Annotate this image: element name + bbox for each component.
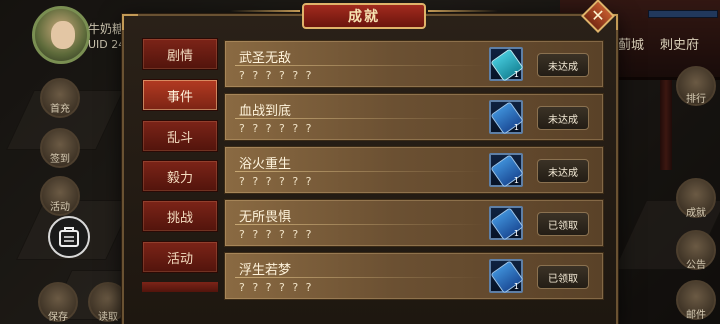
ranking-label: 排行: [686, 94, 706, 105]
tab-activity-label: 活动: [166, 251, 193, 267]
achievement-name: 浴火重生: [239, 157, 292, 172]
tab-challenge-label: 挑战: [166, 210, 193, 226]
reward-item-slot[interactable]: 1: [489, 100, 524, 135]
reward-item-slot[interactable]: 1: [489, 47, 524, 82]
reward-quantity: 1: [513, 229, 519, 238]
tab-perseverance[interactable]: 毅力: [142, 160, 218, 192]
tab-brawl[interactable]: 乱斗: [142, 120, 218, 152]
tab-list-overflow: [142, 282, 218, 292]
tab-brawl-label: 乱斗: [166, 130, 193, 146]
tab-events[interactable]: 事件: [142, 79, 218, 111]
achievement-description: ? ? ? ? ? ?: [239, 69, 314, 82]
location-label-office: 刺史府: [660, 38, 700, 53]
reward-quantity: 1: [513, 70, 519, 79]
power-bar: [648, 10, 718, 18]
achievement-label: 成就: [686, 208, 706, 219]
reward-item-slot[interactable]: 1: [489, 206, 524, 241]
achievement-row: 浮生若梦 ? ? ? ? ? ? 1 已领取: [224, 252, 604, 300]
row-divider: [235, 277, 485, 278]
achievement-name: 血战到底: [239, 104, 292, 119]
tab-challenge[interactable]: 挑战: [142, 200, 218, 232]
claim-status-button[interactable]: 未达成: [537, 106, 589, 130]
claim-status-button[interactable]: 已领取: [537, 212, 589, 236]
player-name: 牛奶糖: [88, 22, 125, 36]
achievement-name: 浮生若梦: [239, 263, 292, 278]
achievement-row: 血战到底 ? ? ? ? ? ? 1 未达成: [224, 93, 604, 141]
first-recharge-label: 首充: [50, 104, 70, 115]
tab-story-label: 剧情: [166, 48, 193, 64]
title-ornament-right: [428, 10, 498, 12]
claim-status-button[interactable]: 未达成: [537, 159, 589, 183]
mail-label: 邮件: [686, 310, 706, 321]
claim-status-button[interactable]: 已领取: [537, 265, 589, 289]
claim-status-button[interactable]: 未达成: [537, 53, 589, 77]
achievement-row: 浴火重生 ? ? ? ? ? ? 1 未达成: [224, 146, 604, 194]
bag-button[interactable]: [48, 216, 90, 258]
save-label: 保存: [48, 312, 68, 323]
achievement-description: ? ? ? ? ? ?: [239, 281, 314, 294]
location-label-city: 蓟城: [618, 38, 645, 53]
title-ornament-left: [230, 10, 300, 12]
reward-item-slot[interactable]: 1: [489, 259, 524, 294]
reward-item-slot[interactable]: 1: [489, 153, 524, 188]
bag-icon: [59, 227, 79, 247]
dialog-corner-ornament: [122, 14, 138, 30]
reward-quantity: 1: [513, 176, 519, 185]
tab-perseverance-label: 毅力: [166, 170, 193, 186]
dialog-title-plate: 成就: [302, 3, 426, 29]
tab-events-label: 事件: [166, 89, 193, 105]
achievement-description: ? ? ? ? ? ?: [239, 122, 314, 135]
achievement-row: 武圣无敌 ? ? ? ? ? ? 1 未达成: [224, 40, 604, 88]
tab-activity[interactable]: 活动: [142, 241, 218, 273]
row-divider: [235, 65, 485, 66]
reward-quantity: 1: [513, 123, 519, 132]
achievement-name: 武圣无敌: [239, 51, 292, 66]
row-divider: [235, 118, 485, 119]
tab-story[interactable]: 剧情: [142, 38, 218, 70]
events-label: 活动: [50, 202, 70, 213]
row-divider: [235, 224, 485, 225]
player-avatar[interactable]: [32, 6, 90, 64]
reward-quantity: 1: [513, 282, 519, 291]
achievement-row: 无所畏惧 ? ? ? ? ? ? 1 已领取: [224, 199, 604, 247]
achievement-description: ? ? ? ? ? ?: [239, 175, 314, 188]
close-button[interactable]: ✕: [586, 4, 610, 28]
row-divider: [235, 171, 485, 172]
achievement-description: ? ? ? ? ? ?: [239, 228, 314, 241]
dialog-title: 成就: [348, 9, 380, 25]
sign-in-label: 签到: [50, 154, 70, 165]
notice-label: 公告: [686, 260, 706, 271]
achievement-name: 无所畏惧: [239, 210, 292, 225]
